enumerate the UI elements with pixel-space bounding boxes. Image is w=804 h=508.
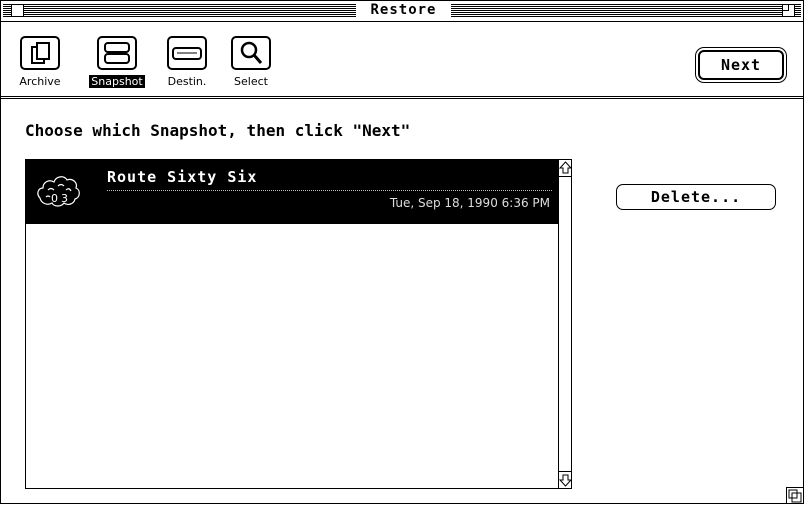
title-bar[interactable]: Restore — [1, 1, 803, 22]
list-scrollbar[interactable] — [558, 160, 573, 488]
instruction-text: Choose which Snapshot, then click "Next" — [25, 121, 411, 140]
snapshot-date: Tue, Sep 18, 1990 6:36 PM — [389, 196, 550, 210]
destination-icon — [167, 36, 207, 70]
snapshot-icon — [97, 36, 137, 70]
window-title: Restore — [356, 2, 451, 19]
snapshot-list-content: 0 3 Route Sixty Six Tue, Sep 18, 1990 6:… — [26, 160, 558, 488]
magnifier-icon — [231, 36, 271, 70]
scroll-up-arrow-icon[interactable] — [558, 160, 573, 177]
title-stripes-left — [3, 4, 356, 17]
snapshot-name: Route Sixty Six — [107, 168, 258, 186]
tool-snapshot[interactable]: Snapshot — [84, 36, 150, 89]
tool-archive[interactable]: Archive — [7, 36, 73, 89]
scroll-down-arrow-icon[interactable] — [558, 471, 573, 488]
snapshot-list[interactable]: 0 3 Route Sixty Six Tue, Sep 18, 1990 6:… — [25, 159, 573, 489]
tool-select[interactable]: Select — [225, 36, 277, 89]
toolbar: Archive Snapshot Destin. Select Next — [1, 22, 803, 99]
zoom-box[interactable] — [782, 4, 795, 17]
row-divider — [107, 190, 552, 192]
next-button[interactable]: Next — [698, 50, 784, 80]
grow-box-icon[interactable] — [786, 487, 803, 504]
close-box[interactable] — [11, 4, 24, 17]
snapshot-cloud-icon: 0 3 — [34, 170, 84, 212]
svg-text:0: 0 — [51, 192, 58, 205]
tool-snapshot-label: Snapshot — [89, 75, 145, 88]
restore-window: Restore Archive Snapshot Destin. Select … — [0, 0, 804, 504]
tool-destination-label: Destin. — [167, 75, 207, 88]
title-stripes-right — [451, 4, 801, 17]
list-item[interactable]: 0 3 Route Sixty Six Tue, Sep 18, 1990 6:… — [26, 160, 558, 224]
tool-select-label: Select — [234, 75, 268, 88]
tool-destination[interactable]: Destin. — [161, 36, 213, 89]
delete-button[interactable]: Delete... — [616, 184, 776, 210]
tool-archive-label: Archive — [19, 75, 61, 88]
svg-text:3: 3 — [61, 192, 68, 205]
archive-icon — [20, 36, 60, 70]
